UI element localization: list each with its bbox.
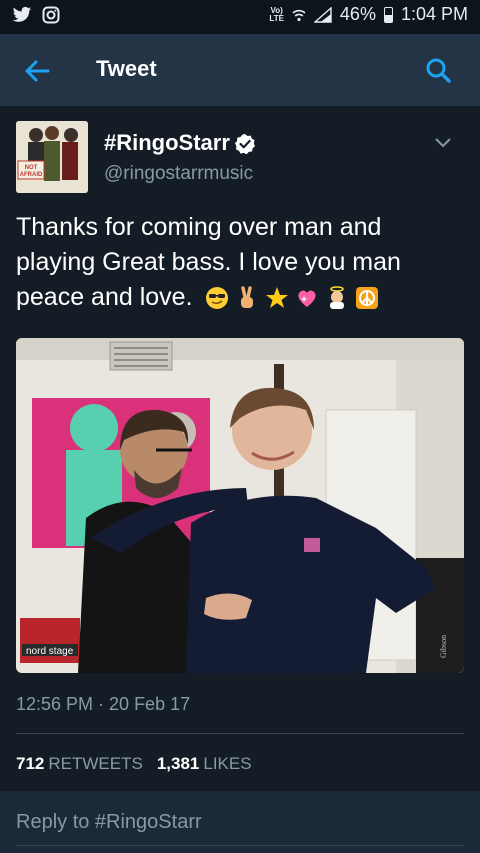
app-bar: Tweet (0, 34, 480, 106)
victory-hand-emoji (241, 286, 254, 309)
sparkling-heart-emoji (298, 290, 317, 308)
angel-emoji (330, 286, 345, 310)
avatar-image: NOT AFRAID (16, 121, 88, 193)
chevron-down-icon (435, 138, 451, 148)
retweets-stat[interactable]: 712 RETWEETS (16, 754, 143, 774)
likes-count: 1,381 (156, 754, 200, 773)
verified-badge-icon (234, 134, 255, 155)
reply-input[interactable]: Reply to #RingoStarr (16, 811, 202, 834)
tweet-stats: 712 RETWEETS 1,381 LIKES (16, 754, 252, 774)
wifi-icon (292, 9, 306, 21)
retweets-count: 712 (16, 754, 45, 773)
tweet-text: Thanks for coming over man and playing G… (16, 210, 456, 315)
author-handle[interactable]: @ringostarrmusic (104, 163, 253, 185)
photo-guitar-label: Gibson (439, 635, 448, 658)
svg-text:NOT: NOT (25, 165, 38, 171)
emoji-group (205, 286, 379, 310)
battery-percent: 46% (339, 4, 376, 24)
star-emoji (266, 287, 289, 309)
retweets-label: RETWEETS (48, 754, 143, 773)
author-name[interactable]: #RingoStarr (104, 130, 256, 156)
search-button[interactable] (422, 54, 456, 88)
status-bar: Vo) LTE 46% 1:04 PM (0, 0, 480, 34)
battery-icon (383, 6, 393, 23)
tweet-timestamp[interactable]: 12:56 PM · 20 Feb 17 (16, 694, 190, 715)
cool-face-emoji (206, 287, 229, 310)
peace-symbol-emoji (356, 287, 379, 310)
svg-text:AFRAID: AFRAID (20, 172, 43, 178)
back-button[interactable] (20, 54, 54, 88)
volte-icon: Vo) LTE (269, 5, 284, 23)
likes-stat[interactable]: 1,381 LIKES (157, 754, 252, 774)
tweet-options-button[interactable] (434, 136, 452, 154)
signal-icon (313, 6, 332, 23)
page-title: Tweet (96, 56, 157, 81)
instagram-icon (42, 6, 60, 24)
photo-keyboard-label: nord stage (26, 646, 74, 657)
likes-label: LIKES (203, 754, 252, 773)
reply-bar: Reply to #RingoStarr (0, 791, 480, 853)
arrow-left-icon (25, 60, 50, 82)
display-name[interactable]: #RingoStarr (104, 130, 230, 155)
search-icon (426, 58, 451, 83)
clock: 1:04 PM (400, 4, 468, 24)
avatar[interactable]: NOT AFRAID (16, 121, 88, 193)
twitter-bird-icon (12, 6, 32, 22)
photo-image: nord stage Gibson (16, 338, 464, 673)
tweet-photo[interactable]: nord stage Gibson (16, 338, 464, 673)
reply-underline (16, 845, 464, 846)
divider (16, 733, 464, 734)
